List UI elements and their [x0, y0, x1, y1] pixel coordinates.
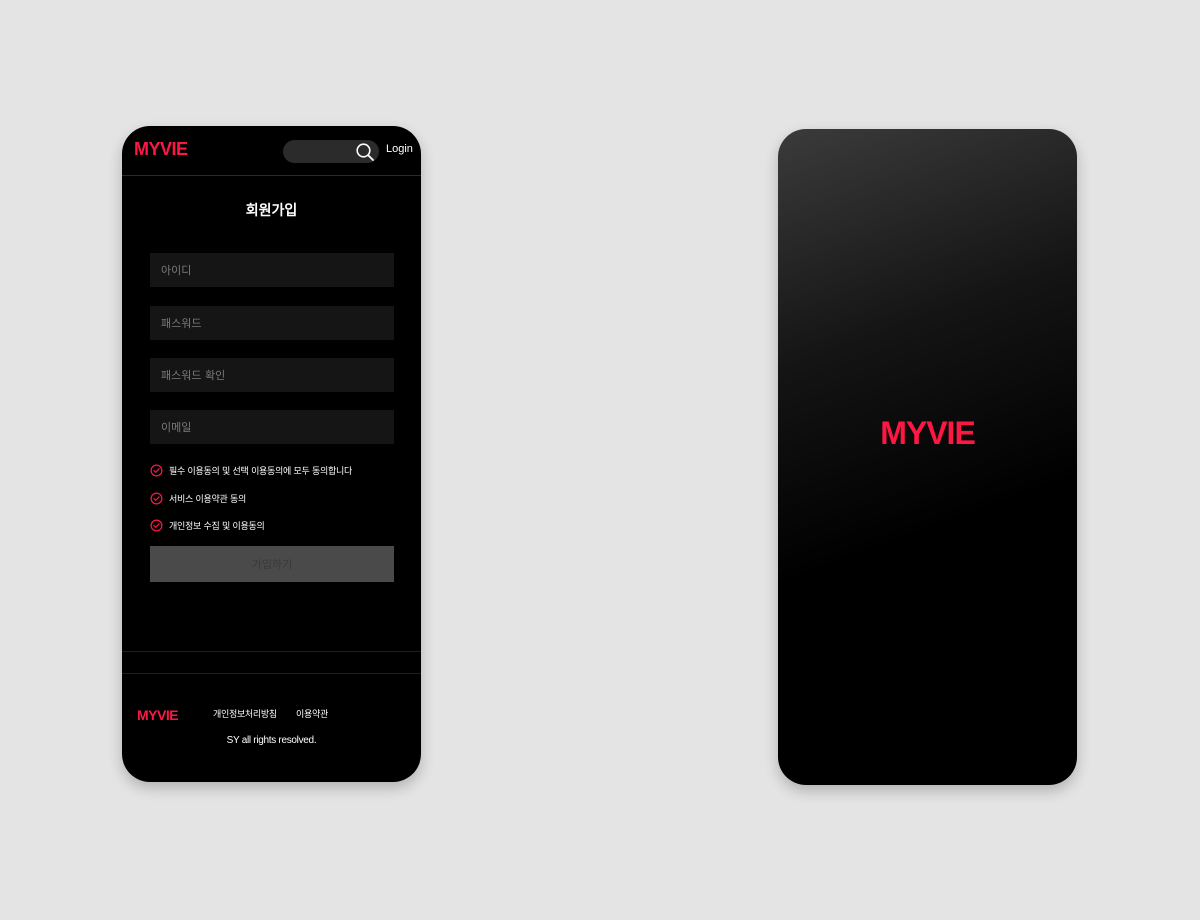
password-input[interactable]	[150, 306, 394, 340]
agree-privacy-label: 개인정보 수집 및 이용동의	[169, 521, 265, 532]
splash-logo: MYVIE	[880, 415, 976, 451]
agree-terms-checkbox[interactable]: 서비스 이용약관 동의	[150, 490, 246, 506]
signup-screen: MYVIE Login 회원가입 필수 이용동의 및 선택 이용동의에 모두 동…	[122, 126, 421, 782]
check-circle-icon	[150, 492, 163, 504]
page-title: 회원가입	[245, 203, 298, 219]
footer-divider	[122, 673, 421, 674]
check-circle-icon	[150, 519, 163, 531]
header-logo[interactable]: MYVIE	[134, 139, 188, 160]
privacy-policy-link[interactable]: 개인정보처리방침	[213, 707, 277, 720]
agree-all-checkbox[interactable]: 필수 이용동의 및 선택 이용동의에 모두 동의합니다	[150, 462, 352, 478]
app-header: MYVIE Login	[122, 126, 421, 176]
search-input[interactable]	[293, 143, 351, 159]
login-link[interactable]: Login	[386, 143, 413, 155]
id-input[interactable]	[150, 253, 394, 287]
signup-submit-button[interactable]: 가입하기	[150, 546, 394, 582]
splash-screen: MYVIE	[778, 129, 1077, 785]
agree-all-label: 필수 이용동의 및 선택 이용동의에 모두 동의합니다	[169, 466, 352, 477]
footer-logo: MYVIE	[137, 707, 179, 723]
agree-privacy-checkbox[interactable]: 개인정보 수집 및 이용동의	[150, 517, 265, 533]
agree-terms-label: 서비스 이용약관 동의	[169, 494, 246, 505]
copyright-text: SY all rights resolved.	[226, 735, 317, 746]
email-input[interactable]	[150, 410, 394, 444]
footer-divider	[122, 651, 421, 652]
search-icon[interactable]	[355, 142, 375, 162]
check-circle-icon	[150, 464, 163, 476]
search-box[interactable]	[283, 140, 379, 163]
terms-link[interactable]: 이용약관	[296, 707, 328, 720]
password-confirm-input[interactable]	[150, 358, 394, 392]
